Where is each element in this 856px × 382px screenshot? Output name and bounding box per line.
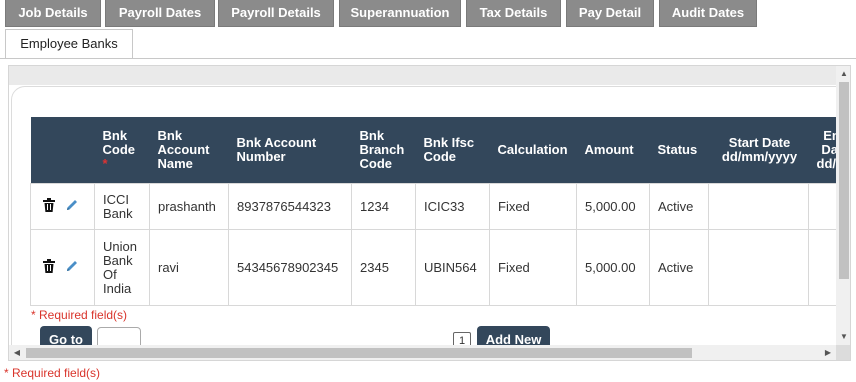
scroll-up-arrow-icon[interactable]: ▲ <box>836 66 850 82</box>
cell-account-name: ravi <box>149 229 229 306</box>
cell-calculation: Fixed <box>489 183 577 230</box>
row-actions <box>30 183 95 230</box>
tab-job-details[interactable]: Job Details <box>5 0 101 27</box>
cell-status: Active <box>649 183 709 230</box>
cell-start-date <box>708 183 809 230</box>
header-amount[interactable]: Amount <box>576 117 650 184</box>
header-status[interactable]: Status <box>649 117 709 184</box>
pencil-icon[interactable] <box>65 198 79 215</box>
cell-amount: 5,000.00 <box>576 229 650 306</box>
employee-banks-table: Bnk Code * Bnk Account Name Bnk Account … <box>30 117 850 306</box>
cell-start-date <box>708 229 809 306</box>
header-account-name[interactable]: Bnk Account Name <box>149 117 229 184</box>
trash-icon[interactable] <box>43 198 55 215</box>
tab-payroll-details[interactable]: Payroll Details <box>218 0 334 27</box>
cell-bnk-code: Union Bank Of India <box>94 229 150 306</box>
required-star: * <box>102 156 108 171</box>
table-row: ICCI Bank prashanth 8937876544323 1234 I… <box>30 183 850 230</box>
required-field-note-footer: * Required field(s) <box>4 366 101 380</box>
header-ifsc-code[interactable]: Bnk Ifsc Code <box>415 117 490 184</box>
cell-amount: 5,000.00 <box>576 183 650 230</box>
cell-ifsc-code: UBIN564 <box>415 229 490 306</box>
pencil-icon[interactable] <box>65 259 79 276</box>
header-bnk-code[interactable]: Bnk Code * <box>94 117 150 184</box>
header-branch-code[interactable]: Bnk Branch Code <box>351 117 416 184</box>
vertical-scrollbar[interactable]: ▲ ▼ <box>836 66 850 345</box>
vertical-scroll-thumb[interactable] <box>839 82 849 279</box>
panel-header-strip <box>9 66 836 85</box>
cell-calculation: Fixed <box>489 229 577 306</box>
tab-audit-dates[interactable]: Audit Dates <box>659 0 757 27</box>
scroll-right-arrow-icon[interactable]: ▶ <box>820 345 836 360</box>
header-bnk-code-label: Bnk Code <box>102 128 136 157</box>
tab-employee-banks[interactable]: Employee Banks <box>5 29 133 58</box>
tab-superannuation[interactable]: Superannuation <box>339 0 461 27</box>
scrollbar-corner <box>836 345 850 360</box>
employee-banks-panel: Bnk Code * Bnk Account Name Bnk Account … <box>8 65 851 361</box>
header-start-date[interactable]: Start Date dd/mm/yyyy <box>708 117 809 184</box>
cell-account-number: 8937876544323 <box>228 183 352 230</box>
actions-header <box>30 117 95 184</box>
cell-branch-code: 2345 <box>351 229 416 306</box>
horizontal-scroll-thumb[interactable] <box>26 348 692 358</box>
tab-divider <box>0 58 856 59</box>
table-header-row: Bnk Code * Bnk Account Name Bnk Account … <box>30 117 850 184</box>
header-calculation[interactable]: Calculation <box>489 117 577 184</box>
trash-icon[interactable] <box>43 259 55 276</box>
required-field-note: * Required field(s) <box>31 308 128 322</box>
scroll-down-arrow-icon[interactable]: ▼ <box>836 329 850 345</box>
horizontal-scrollbar[interactable]: ◀ ▶ <box>9 345 836 360</box>
cell-account-name: prashanth <box>149 183 229 230</box>
tab-payroll-dates[interactable]: Payroll Dates <box>105 0 215 27</box>
scroll-left-arrow-icon[interactable]: ◀ <box>9 345 25 360</box>
table-row: Union Bank Of India ravi 54345678902345 … <box>30 229 850 306</box>
cell-ifsc-code: ICIC33 <box>415 183 490 230</box>
cell-bnk-code: ICCI Bank <box>94 183 150 230</box>
header-account-number[interactable]: Bnk Account Number <box>228 117 352 184</box>
row-actions <box>30 229 95 306</box>
cell-branch-code: 1234 <box>351 183 416 230</box>
cell-account-number: 54345678902345 <box>228 229 352 306</box>
cell-status: Active <box>649 229 709 306</box>
tab-bar: Job Details Payroll Dates Payroll Detail… <box>0 0 856 27</box>
tab-pay-detail[interactable]: Pay Detail <box>566 0 654 27</box>
tab-tax-details[interactable]: Tax Details <box>466 0 561 27</box>
